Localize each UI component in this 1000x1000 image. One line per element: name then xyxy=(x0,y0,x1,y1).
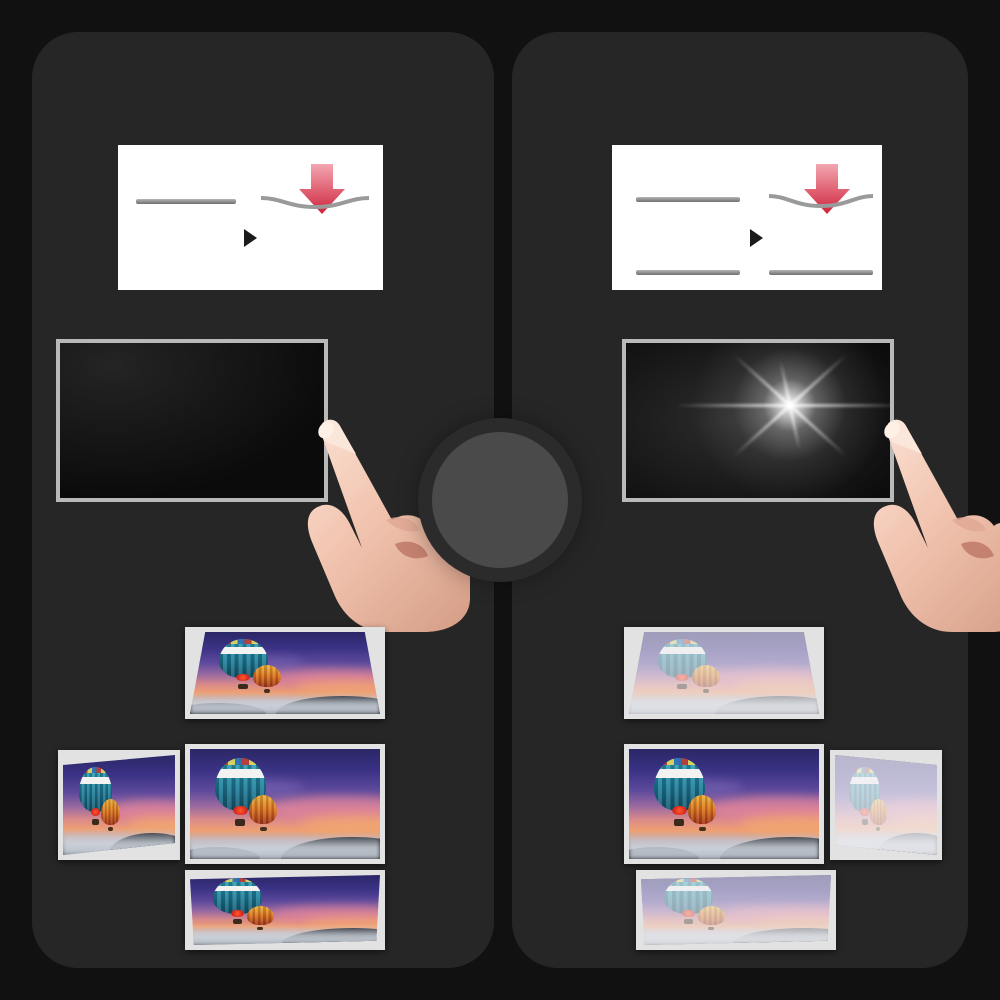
thumb-ips-side-view xyxy=(58,750,180,860)
panel-normal-screen xyxy=(512,32,1000,968)
normal-pressure-diagram xyxy=(612,145,882,290)
normal-touch-screen xyxy=(622,339,894,502)
thumb-normal-front-view xyxy=(624,744,824,864)
ips-touch-screen xyxy=(56,339,328,502)
ips-pressure-diagram xyxy=(118,145,383,290)
thumb-normal-down-60 xyxy=(636,870,836,950)
thumb-ips-front-view xyxy=(185,744,385,864)
vs-badge xyxy=(432,432,568,568)
play-triangle-icon xyxy=(750,229,763,247)
panel-ips-screen xyxy=(32,32,494,968)
thumb-ips-down-60 xyxy=(185,870,385,950)
play-triangle-icon xyxy=(244,229,257,247)
comparison-infographic xyxy=(0,0,1000,1000)
thumb-normal-up-60 xyxy=(624,627,824,719)
thumb-ips-up-60 xyxy=(185,627,385,719)
thumb-normal-side-view xyxy=(830,750,942,860)
